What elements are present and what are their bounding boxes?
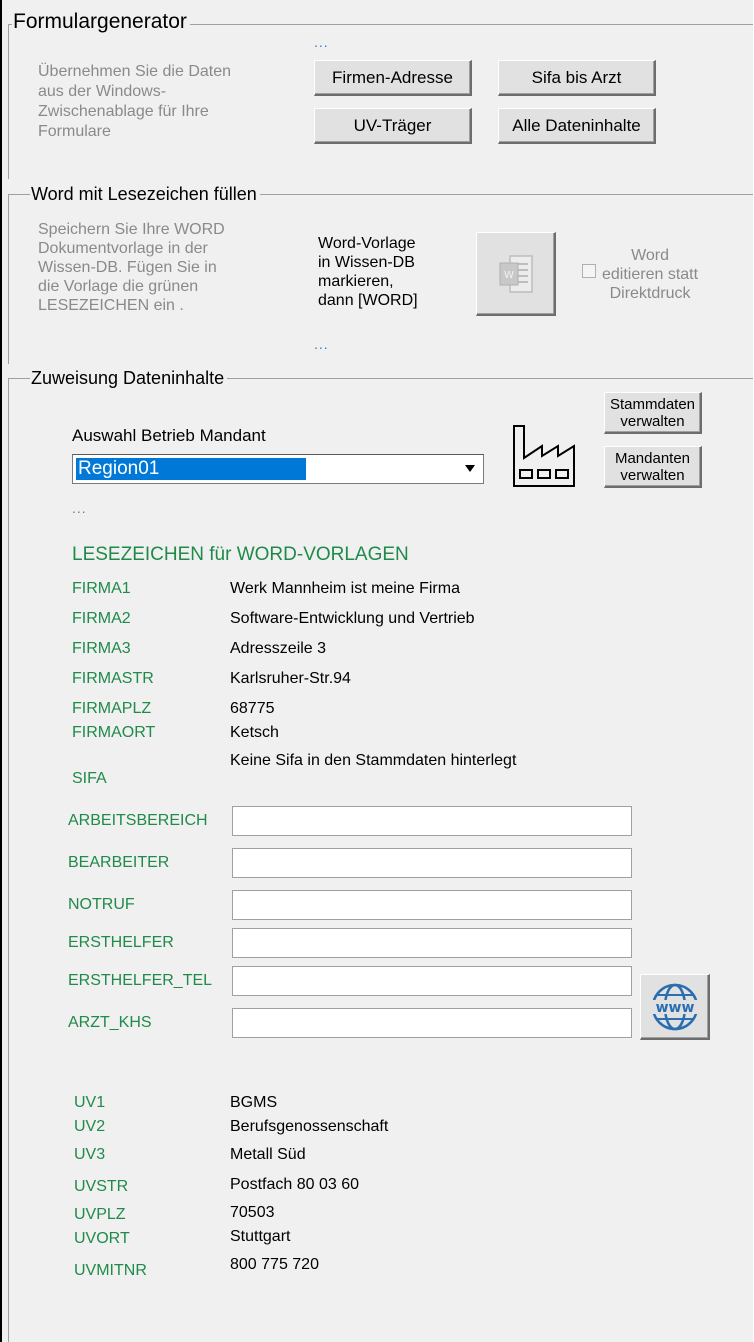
bookmark-label-uv2: UV2 (74, 1118, 106, 1135)
mandant-select[interactable]: Region01 (72, 454, 484, 484)
bookmark-label-firmaort: FIRMAORT (72, 724, 156, 741)
bookmark-value-firma1: Werk Mannheim ist meine Firma (230, 580, 460, 597)
sifa-bis-arzt-button[interactable]: Sifa bis Arzt (498, 60, 656, 96)
bookmark-label-uvmitnr: UVMITNR (74, 1262, 147, 1279)
alle-dateninhalte-button[interactable]: Alle Dateninhalte (498, 108, 656, 144)
bookmark-label-notruf: NOTRUF (68, 896, 135, 913)
www-text: www (655, 1000, 694, 1016)
bookmark-label-ersthelfer-tel: ERSTHELFER_TEL (68, 972, 213, 989)
bearbeiter-input[interactable] (232, 848, 632, 878)
bookmark-value-firmastr: Karlsruher-Str.94 (230, 670, 351, 687)
direktdruck-label: Word editieren statt Direktdruck (602, 246, 698, 303)
description-line: Wissen-DB. Fügen Sie in (38, 259, 217, 276)
bookmark-value-uvort: Stuttgart (230, 1228, 291, 1245)
bookmark-value-firma3: Adresszeile 3 (230, 640, 327, 657)
direktdruck-checkbox[interactable] (582, 264, 596, 278)
factory-icon (506, 420, 586, 490)
bookmark-label-uv3: UV3 (74, 1146, 106, 1163)
bookmark-label-uvstr: UVSTR (74, 1178, 129, 1195)
mandant-select-value: Region01 (76, 458, 306, 480)
bookmark-value-uv3: Metall Süd (230, 1146, 306, 1163)
stammdaten-verwalten-button[interactable]: Stammdaten verwalten (604, 392, 702, 434)
www-button[interactable]: www (640, 974, 710, 1040)
bookmark-value-uvstr: Postfach 80 03 60 (230, 1176, 359, 1193)
bookmark-label-firmaplz: FIRMAPLZ (72, 700, 152, 717)
svg-text:W: W (504, 270, 514, 281)
button-label-line: verwalten (620, 412, 685, 430)
bookmark-label-uv1: UV1 (74, 1094, 106, 1111)
arbeitsbereich-input[interactable] (232, 806, 632, 836)
description-line: Dokumentvorlage in der (38, 240, 208, 257)
bookmark-label-firma1: FIRMA1 (72, 580, 131, 597)
instruction-line: markieren, (318, 273, 394, 290)
description-line: Formulare (38, 123, 111, 140)
ersthelfer-input[interactable] (232, 928, 632, 958)
ellipsis-text: ... (72, 500, 87, 516)
instruction-line: Word-Vorlage (318, 235, 416, 252)
bookmark-label-bearbeiter: BEARBEITER (68, 854, 170, 871)
bookmark-label-uvplz: UVPLZ (74, 1206, 126, 1223)
group-border-left (8, 24, 9, 179)
bookmark-label-firma2: FIRMA2 (72, 610, 131, 627)
description-line: die Vorlage die grünen (38, 278, 199, 295)
bookmark-value-uvplz: 70503 (230, 1204, 275, 1221)
word-instruction: Word-Vorlage in Wissen-DB markieren, dan… (318, 234, 418, 310)
button-label-line: verwalten (620, 466, 685, 484)
ellipsis-text: ... (314, 336, 329, 352)
group-border-left (8, 194, 9, 364)
mandanten-verwalten-button[interactable]: Mandanten verwalten (604, 446, 702, 488)
group-title-zuweisung: Zuweisung Dateninhalte (30, 366, 228, 390)
bookmark-label-firmastr: FIRMASTR (72, 670, 154, 687)
word-icon: W (496, 252, 536, 296)
chevron-down-icon[interactable] (465, 465, 475, 472)
bookmark-value-uv2: Berufsgenossenschaft (230, 1118, 389, 1135)
instruction-line: dann [WORD] (318, 292, 418, 309)
description-line: Zwischenablage für Ihre (38, 103, 209, 120)
bookmark-value-uv1: BGMS (230, 1094, 278, 1111)
ellipsis-text: ... (314, 34, 329, 50)
bookmark-label-ersthelfer: ERSTHELFER (68, 934, 174, 951)
lesezeichen-heading: LESEZEICHEN für WORD-VORLAGEN (72, 544, 409, 565)
button-label-line: Mandanten (614, 449, 691, 467)
checkbox-label-line: Word (631, 247, 669, 264)
uv-traeger-button[interactable]: UV-Träger (314, 108, 472, 144)
description-line: aus der Windows- (38, 83, 167, 100)
bookmark-label-firma3: FIRMA3 (72, 640, 131, 657)
bookmark-value-firma2: Software-Entwicklung und Vertrieb (230, 610, 475, 627)
word-description: Speichern Sie Ihre WORD Dokumentvorlage … (38, 220, 225, 315)
bookmark-label-sifa: SIFA (72, 770, 107, 787)
bookmark-value-firmaplz: 68775 (230, 700, 275, 717)
ersthelfer-tel-input[interactable] (232, 966, 632, 996)
group-border-left (8, 378, 9, 1342)
formular-panel: Formulargenerator ... Übernehmen Sie die… (0, 0, 754, 1342)
sifa-note: Keine Sifa in den Stammdaten hinterlegt (230, 752, 517, 769)
group-title-word: Word mit Lesezeichen füllen (30, 182, 260, 206)
bookmark-label-uvort: UVORT (74, 1230, 130, 1247)
word-button[interactable]: W (476, 232, 556, 316)
description-line: Übernehmen Sie die Daten (38, 63, 232, 80)
bookmark-label-arbeitsbereich: ARBEITSBEREICH (68, 812, 208, 829)
description-line: LESEZEICHEN ein . (38, 297, 184, 314)
notruf-input[interactable] (232, 890, 632, 920)
firmen-adresse-button[interactable]: Firmen-Adresse (314, 60, 472, 96)
group-title-formulargenerator: Formulargenerator (12, 10, 190, 34)
instruction-line: in Wissen-DB (318, 254, 415, 271)
arzt-khs-input[interactable] (232, 1008, 632, 1038)
button-label-line: Stammdaten (609, 395, 696, 413)
bookmark-label-arzt-khs: ARZT_KHS (68, 1014, 152, 1031)
formulargenerator-description: Übernehmen Sie die Daten aus der Windows… (38, 62, 231, 142)
bookmark-value-uvmitnr: 800 775 720 (230, 1256, 319, 1273)
button-label: Mandanten verwalten (615, 450, 690, 484)
auswahl-betrieb-label: Auswahl Betrieb Mandant (72, 426, 266, 445)
description-line: Speichern Sie Ihre WORD (38, 221, 225, 238)
button-label: Stammdaten verwalten (610, 396, 695, 430)
globe-icon: www (648, 980, 702, 1034)
checkbox-label-line: Direktdruck (609, 285, 691, 302)
bookmark-value-firmaort: Ketsch (230, 724, 279, 741)
checkbox-label-line: editieren statt (602, 266, 699, 283)
